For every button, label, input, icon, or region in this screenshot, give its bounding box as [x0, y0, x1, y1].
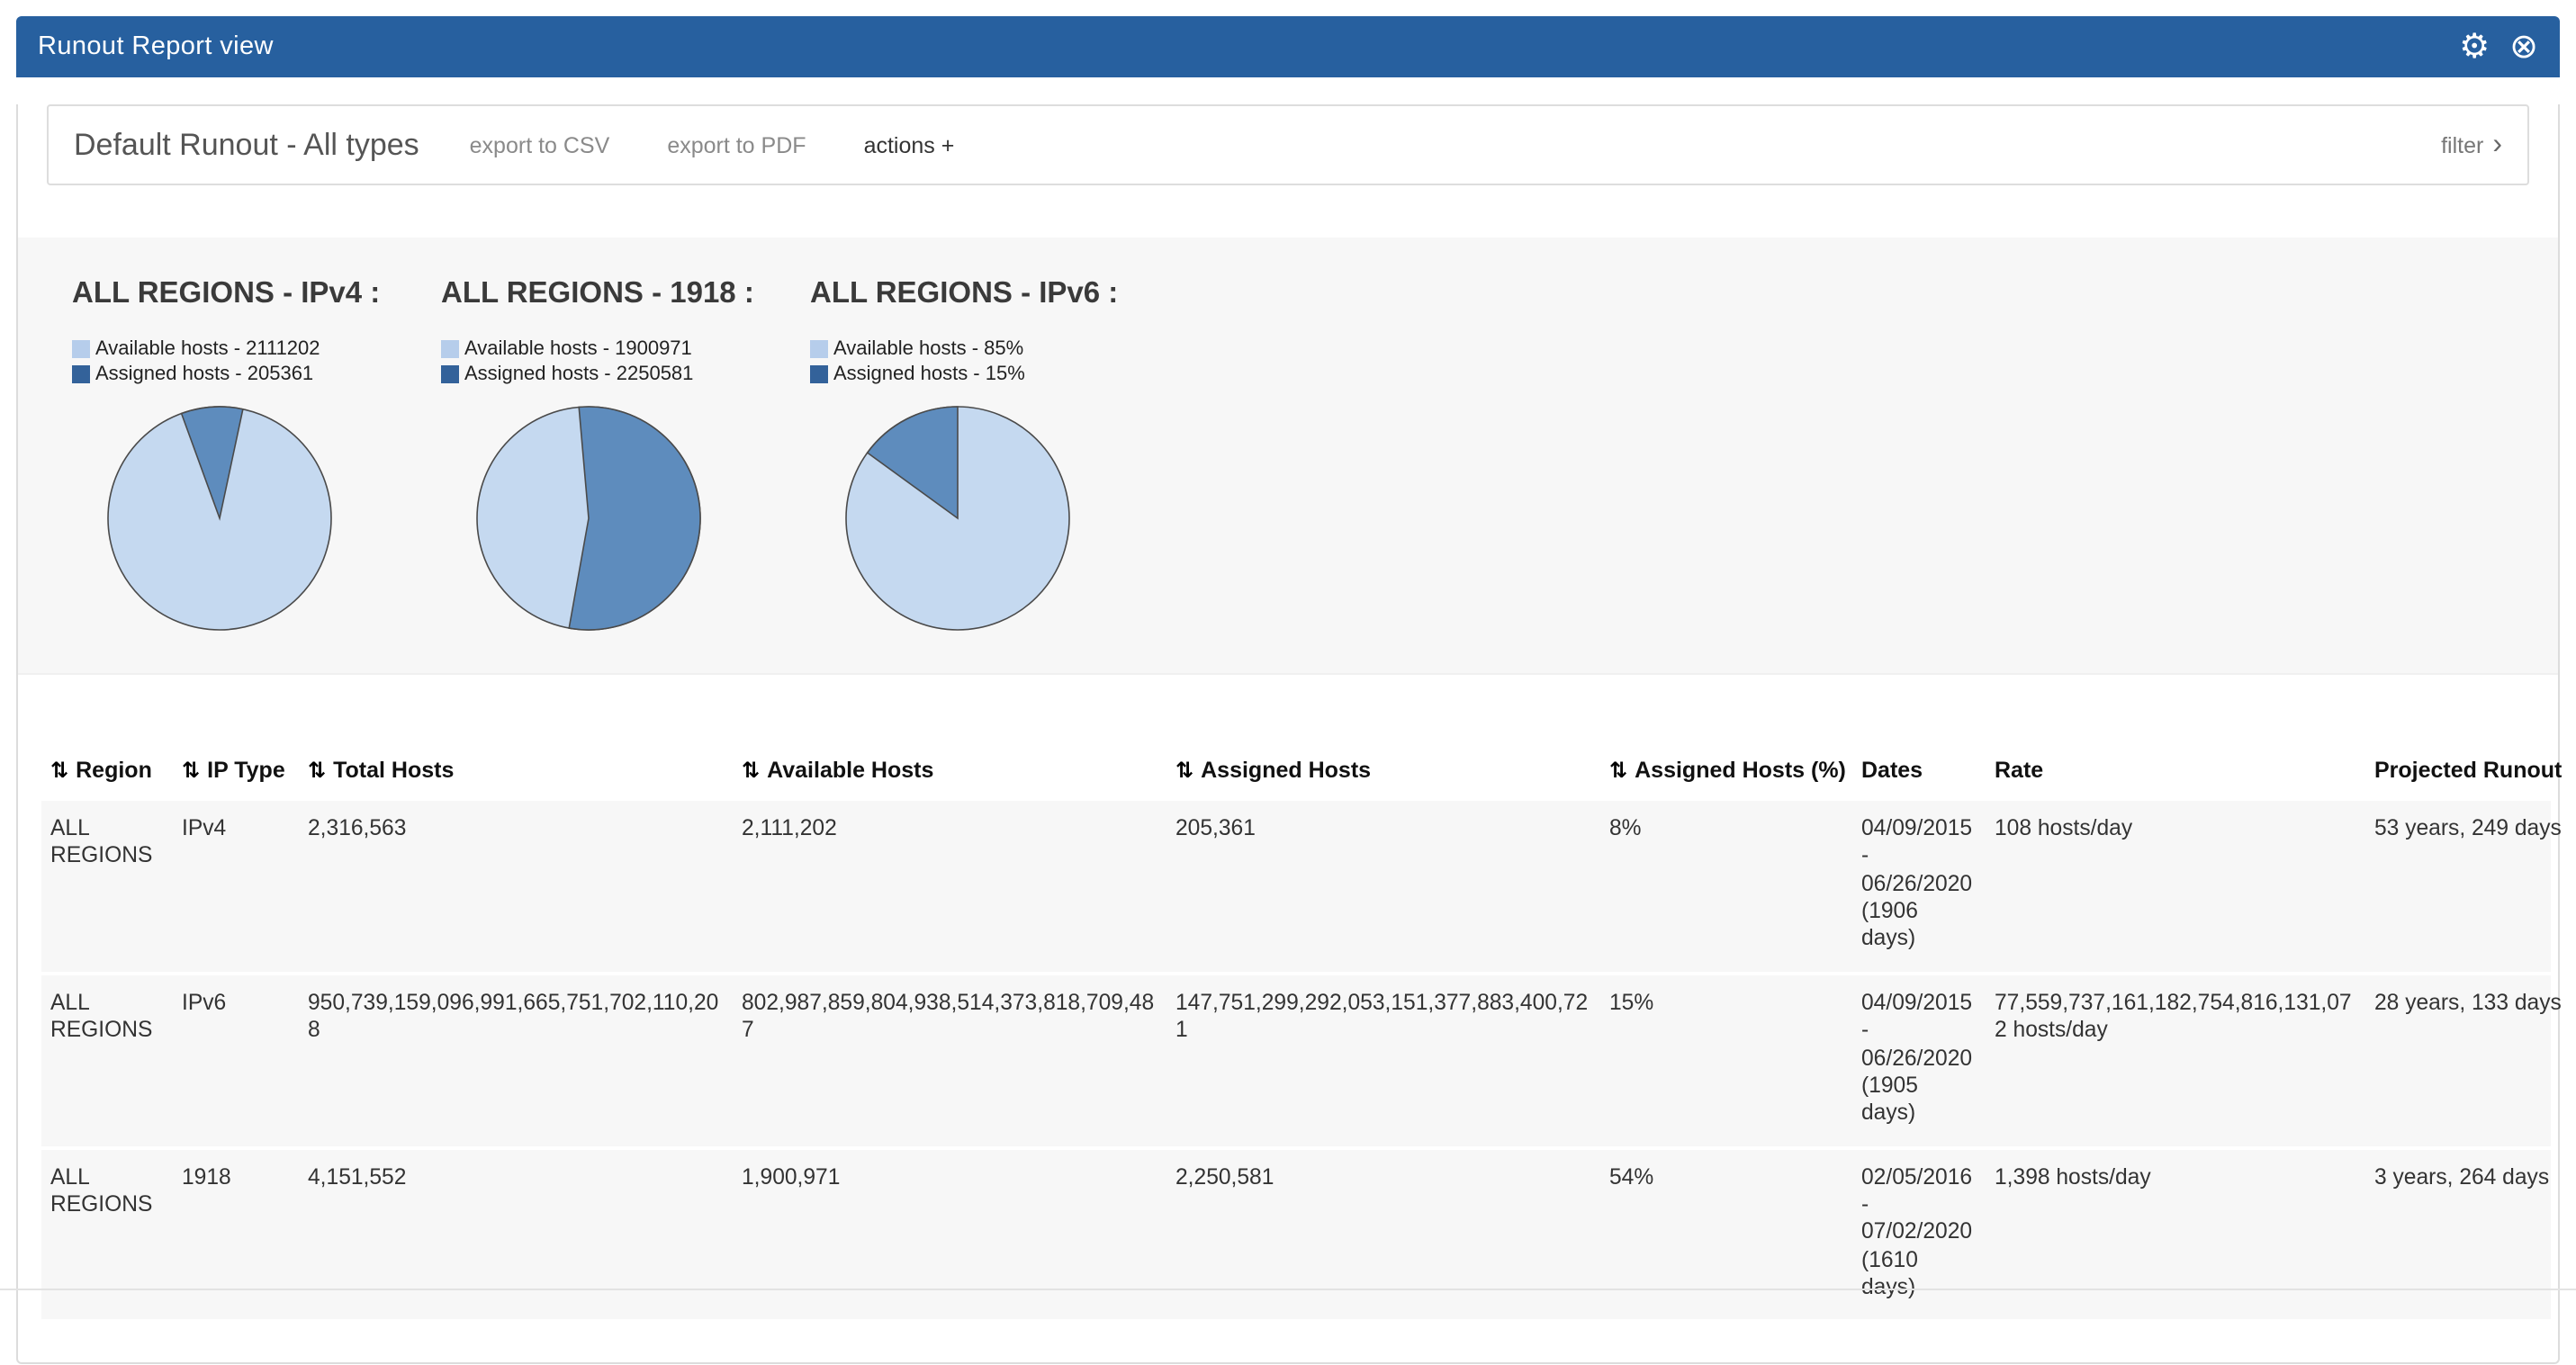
sort-icon: ⇅ [50, 758, 68, 783]
cell-total-hosts: 950,739,159,096,991,665,751,702,110,208 [299, 974, 733, 1148]
legend-row: Assigned hosts - 205361 [72, 362, 441, 385]
table-row: ALL REGIONS 1918 4,151,552 1,900,971 2,2… [41, 1147, 2551, 1320]
col-header-dates: Dates [1852, 743, 1986, 799]
pie-chart-1918 [473, 403, 704, 633]
cell-dates: 04/09/2015 - 06/26/2020 (1906 days) [1852, 799, 1986, 974]
pie-chart-ipv6 [842, 403, 1073, 633]
col-header-available-hosts[interactable]: ⇅Available Hosts [733, 743, 1166, 799]
actions-menu-button[interactable]: actions + [864, 132, 955, 157]
cell-region: ALL REGIONS [41, 1147, 173, 1320]
table-row: ALL REGIONS IPv6 950,739,159,096,991,665… [41, 974, 2551, 1148]
chevron-right-icon: › [2492, 130, 2502, 159]
legend-row: Available hosts - 1900971 [441, 337, 810, 360]
cell-region: ALL REGIONS [41, 974, 173, 1148]
chart-block-ipv6: ALL REGIONS - IPv6 : Available hosts - 8… [810, 277, 1179, 633]
cell-projected-runout: 28 years, 133 days [2365, 974, 2551, 1148]
filter-label: filter [2441, 132, 2483, 157]
legend-label: Assigned hosts - 2250581 [464, 363, 693, 384]
chart-title-1918: ALL REGIONS - 1918 : [441, 277, 810, 311]
cell-assigned-pct: 54% [1600, 1147, 1852, 1320]
runout-report-window: Runout Report view ⚙ ⊗ Default Runout - … [16, 16, 2560, 1365]
legend-swatch-assigned [441, 364, 459, 382]
legend-row: Assigned hosts - 2250581 [441, 362, 810, 385]
chart-title-ipv4: ALL REGIONS - IPv4 : [72, 277, 441, 311]
col-header-rate: Rate [1986, 743, 2365, 799]
legend-swatch-available [72, 339, 90, 357]
cell-projected-runout: 3 years, 264 days [2365, 1147, 2551, 1320]
col-header-assigned-pct[interactable]: ⇅Assigned Hosts (%) [1600, 743, 1852, 799]
chart-title-ipv6: ALL REGIONS - IPv6 : [810, 277, 1179, 311]
cell-ip-type: IPv6 [173, 974, 299, 1148]
legend-row: Available hosts - 2111202 [72, 337, 441, 360]
cell-ip-type: IPv4 [173, 799, 299, 974]
sort-icon: ⇅ [1175, 758, 1193, 783]
col-header-region[interactable]: ⇅Region [41, 743, 173, 799]
cell-assigned-hosts: 205,361 [1166, 799, 1600, 974]
legend-swatch-assigned [72, 364, 90, 382]
chart-block-1918: ALL REGIONS - 1918 : Available hosts - 1… [441, 277, 810, 633]
legend-swatch-available [810, 339, 828, 357]
legend-label: Available hosts - 2111202 [95, 337, 320, 359]
cell-dates: 04/09/2015 - 06/26/2020 (1905 days) [1852, 974, 1986, 1148]
cell-rate: 77,559,737,161,182,754,816,131,072 hosts… [1986, 974, 2365, 1148]
cell-region: ALL REGIONS [41, 799, 173, 974]
cell-total-hosts: 2,316,563 [299, 799, 733, 974]
pie-chart-ipv4 [104, 403, 335, 633]
runout-table: ⇅Region ⇅IP Type ⇅Total Hosts ⇅Available… [41, 743, 2551, 1320]
col-header-assigned-hosts[interactable]: ⇅Assigned Hosts [1166, 743, 1600, 799]
cell-assigned-hosts: 147,751,299,292,053,151,377,883,400,721 [1166, 974, 1600, 1148]
table-row: ALL REGIONS IPv4 2,316,563 2,111,202 205… [41, 799, 2551, 974]
legend-label: Assigned hosts - 205361 [95, 363, 313, 384]
cell-available-hosts: 802,987,859,804,938,514,373,818,709,487 [733, 974, 1166, 1148]
charts-panel: ALL REGIONS - IPv4 : Available hosts - 2… [18, 238, 2558, 675]
col-header-ip-type[interactable]: ⇅IP Type [173, 743, 299, 799]
cell-rate: 108 hosts/day [1986, 799, 2365, 974]
report-toolbar: Default Runout - All types export to CSV… [47, 104, 2529, 185]
filter-toggle[interactable]: filter › [2441, 130, 2502, 159]
report-name: Default Runout - All types [74, 127, 419, 163]
window-titlebar: Runout Report view ⚙ ⊗ [16, 16, 2560, 77]
chart-legend-ipv6: Available hosts - 85% Assigned hosts - 1… [810, 337, 1179, 385]
page-edge-divider [0, 1289, 2576, 1290]
legend-row: Available hosts - 85% [810, 337, 1179, 360]
gear-icon[interactable]: ⚙ [2459, 30, 2490, 64]
legend-row: Assigned hosts - 15% [810, 362, 1179, 385]
cell-projected-runout: 53 years, 249 days [2365, 799, 2551, 974]
chart-block-ipv4: ALL REGIONS - IPv4 : Available hosts - 2… [72, 277, 441, 633]
window-title: Runout Report view [38, 32, 274, 61]
cell-assigned-pct: 8% [1600, 799, 1852, 974]
chart-legend-ipv4: Available hosts - 2111202 Assigned hosts… [72, 337, 441, 385]
col-header-projected-runout: Projected Runout [2365, 743, 2551, 799]
col-header-total-hosts[interactable]: ⇅Total Hosts [299, 743, 733, 799]
sort-icon: ⇅ [1609, 758, 1627, 783]
table-header-row: ⇅Region ⇅IP Type ⇅Total Hosts ⇅Available… [41, 743, 2551, 799]
legend-swatch-assigned [810, 364, 828, 382]
cell-ip-type: 1918 [173, 1147, 299, 1320]
export-pdf-link[interactable]: export to PDF [667, 132, 806, 157]
cell-dates: 02/05/2016 - 07/02/2020 (1610 days) [1852, 1147, 1986, 1320]
legend-label: Available hosts - 1900971 [464, 337, 692, 359]
cell-total-hosts: 4,151,552 [299, 1147, 733, 1320]
legend-label: Available hosts - 85% [833, 337, 1023, 359]
cell-assigned-pct: 15% [1600, 974, 1852, 1148]
sort-icon: ⇅ [742, 758, 760, 783]
legend-label: Assigned hosts - 15% [833, 363, 1025, 384]
sort-icon: ⇅ [308, 758, 326, 783]
chart-legend-1918: Available hosts - 1900971 Assigned hosts… [441, 337, 810, 385]
cell-assigned-hosts: 2,250,581 [1166, 1147, 1600, 1320]
legend-swatch-available [441, 339, 459, 357]
sort-icon: ⇅ [182, 758, 200, 783]
window-content: Default Runout - All types export to CSV… [16, 104, 2560, 1365]
close-icon[interactable]: ⊗ [2509, 30, 2538, 64]
cell-available-hosts: 1,900,971 [733, 1147, 1166, 1320]
export-csv-link[interactable]: export to CSV [470, 132, 610, 157]
cell-available-hosts: 2,111,202 [733, 799, 1166, 974]
cell-rate: 1,398 hosts/day [1986, 1147, 2365, 1320]
